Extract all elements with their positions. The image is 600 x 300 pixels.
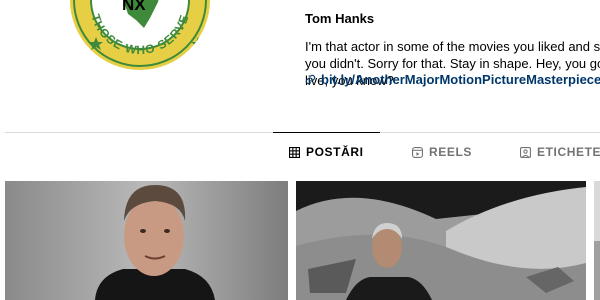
tab-reels[interactable]: REELS [412, 132, 472, 172]
post-thumbnail[interactable] [296, 181, 586, 300]
tab-posts-label: POSTĂRI [306, 145, 364, 159]
profile-full-name: Tom Hanks [305, 11, 375, 26]
link-icon [305, 74, 316, 85]
avatar-badge-graphic: NX THOSE WHO SERVE [70, 0, 210, 70]
post-image-moon [296, 181, 586, 300]
post-thumbnail[interactable] [594, 181, 600, 300]
profile-external-link[interactable]: bit.ly/AnotherMajorMotionPictureMasterpi… [305, 72, 600, 87]
tab-tagged-label: ETICHETE [537, 145, 600, 159]
profile-link-text: bit.ly/AnotherMajorMotionPictureMasterpi… [321, 72, 600, 87]
grid-icon [289, 146, 300, 158]
profile-avatar[interactable]: NX THOSE WHO SERVE [70, 0, 210, 70]
post-image-partial [594, 181, 600, 300]
profile-tabs: POSTĂRI REELS ETICHETE [0, 132, 600, 172]
tab-reels-label: REELS [429, 145, 473, 159]
avatar-text-nx: NX [122, 0, 146, 14]
tagged-icon [520, 146, 531, 158]
post-thumbnail[interactable] [5, 181, 288, 300]
reels-icon [412, 146, 423, 158]
tab-posts[interactable]: POSTĂRI [273, 132, 379, 172]
post-image-portrait [5, 181, 288, 300]
tab-tagged[interactable]: ETICHETE [520, 132, 600, 172]
